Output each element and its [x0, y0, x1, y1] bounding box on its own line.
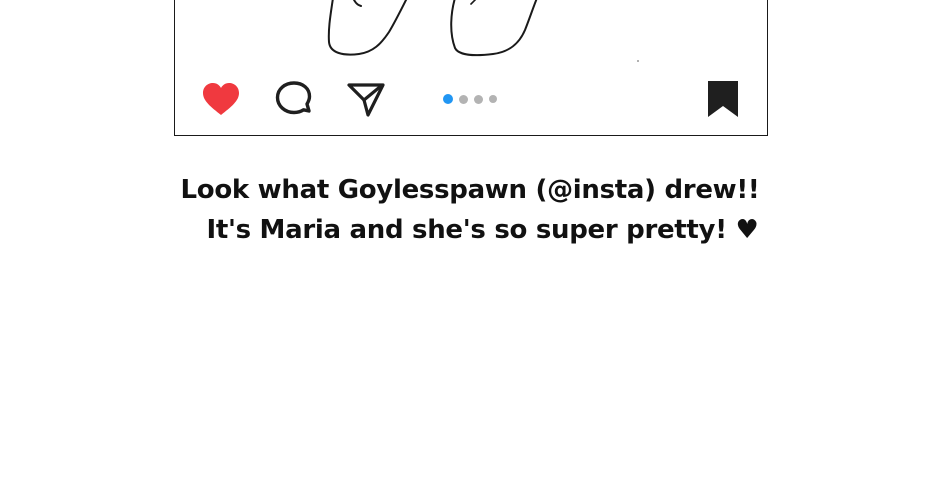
- post-card: [174, 0, 768, 136]
- sketch-stroke-right: [450, 0, 538, 57]
- sketch-speck: [637, 60, 639, 62]
- heart-icon[interactable]: [201, 80, 241, 120]
- post-sketch-image: [327, 0, 639, 62]
- carousel-dot-3[interactable]: [474, 94, 483, 104]
- carousel-indicator: [443, 94, 497, 104]
- caption-line-1: Look what Goylesspawn (@insta) drew!!: [180, 175, 760, 205]
- paper-plane-icon[interactable]: [346, 80, 386, 120]
- carousel-dot-4[interactable]: [489, 95, 497, 103]
- sketch-stroke-left-inner: [352, 0, 362, 7]
- bookmark-icon[interactable]: [703, 80, 743, 120]
- caption-line-2: It's Maria and she's so super pretty! ♥: [206, 215, 759, 245]
- comment-bubble-icon[interactable]: [274, 80, 314, 120]
- carousel-dot-1[interactable]: [443, 94, 453, 104]
- sketch-stroke-right-inner: [470, 0, 477, 5]
- sketch-stroke-left: [327, 0, 408, 56]
- carousel-dot-2[interactable]: [459, 94, 468, 104]
- post-caption: Look what Goylesspawn (@insta) drew!! It…: [0, 170, 940, 250]
